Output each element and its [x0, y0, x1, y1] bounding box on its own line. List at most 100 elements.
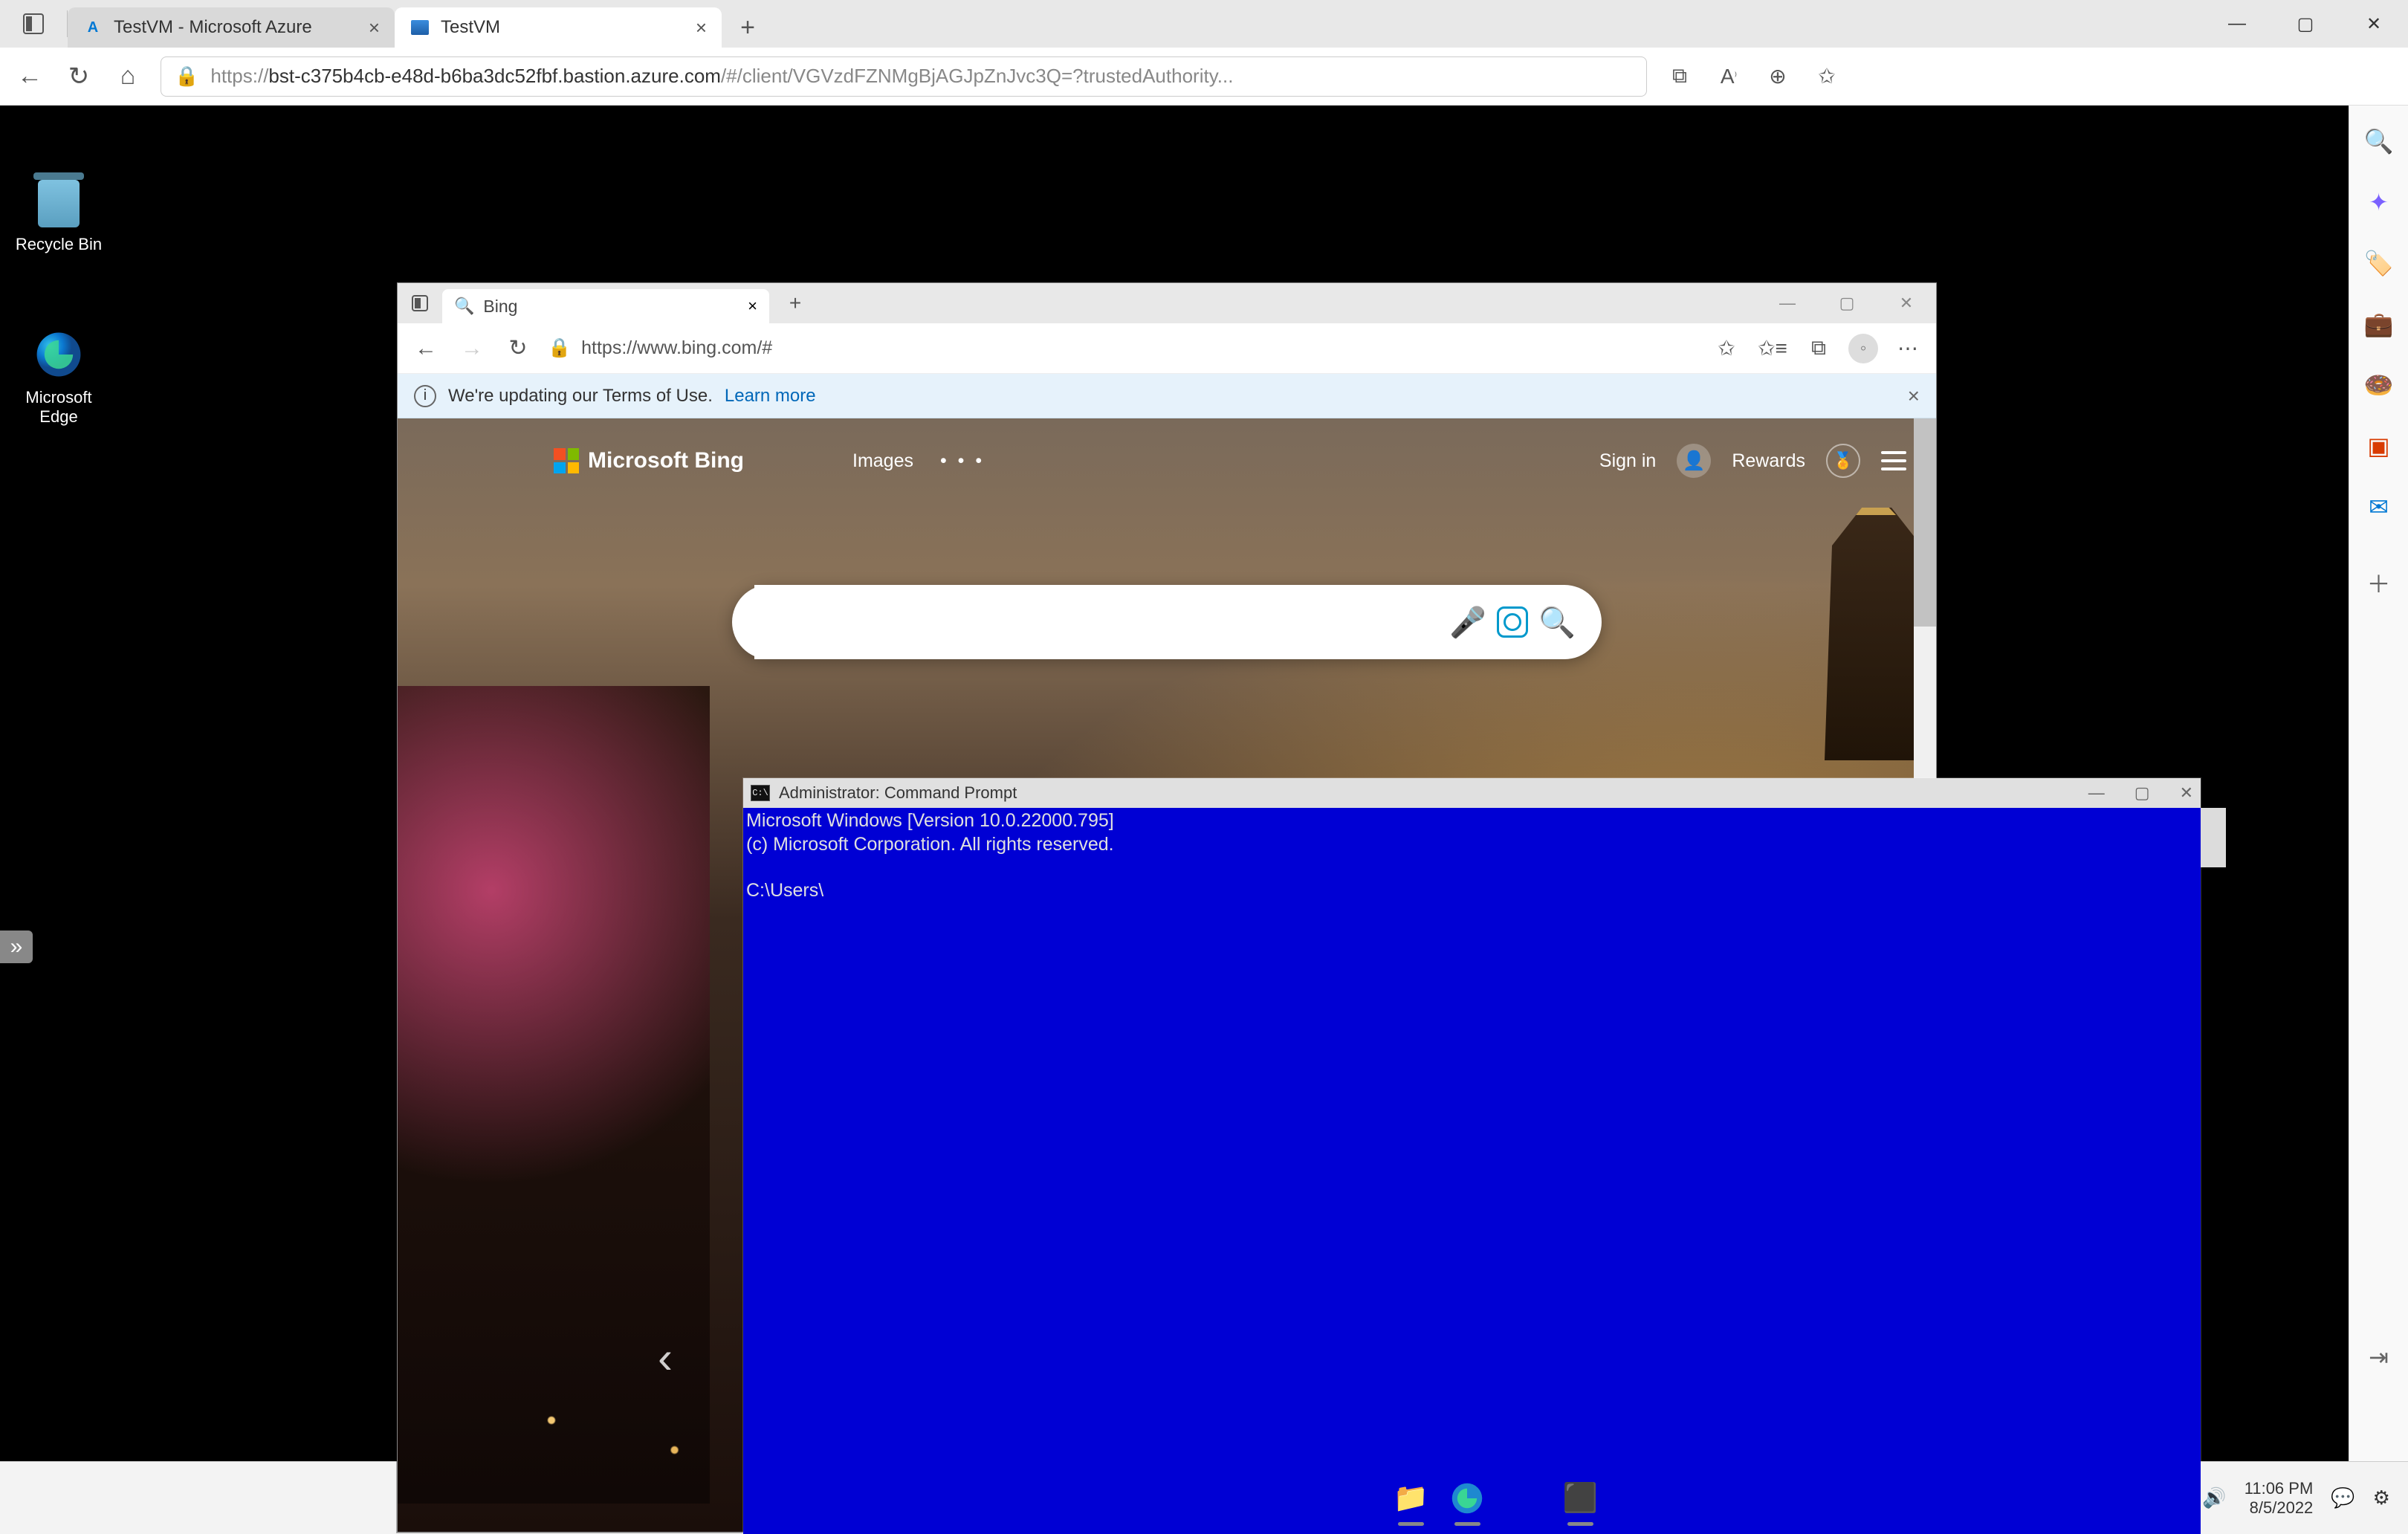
banner-learn-more-link[interactable]: Learn more	[725, 386, 816, 407]
scrollbar-thumb[interactable]	[1914, 418, 1936, 627]
cmd-close-button[interactable]: ✕	[2180, 783, 2193, 803]
maximize-button[interactable]: ▢	[2271, 0, 2340, 48]
address-bar[interactable]: 🔒 https://bst-c375b4cb-e48d-b6ba3dc52fbf…	[161, 56, 1647, 97]
recycle-bin-image-icon	[38, 180, 80, 227]
clock[interactable]: 11:06 PM 8/5/2022	[2244, 1479, 2314, 1518]
terms-banner: i We're updating our Terms of Use. Learn…	[398, 374, 1936, 418]
bing-search-box[interactable]: 🎤 🔍	[732, 585, 1602, 659]
close-window-button[interactable]: ✕	[2340, 0, 2408, 48]
cmd-body[interactable]: Microsoft Windows [Version 10.0.22000.79…	[743, 808, 2201, 1534]
tab-actions-icon	[23, 13, 44, 34]
sidebar-discover-icon[interactable]: ✦	[2364, 187, 2394, 217]
inner-tab-bing[interactable]: 🔍 Bing ×	[442, 289, 769, 323]
inner-new-tab-button[interactable]: +	[775, 283, 815, 323]
inner-collections-icon[interactable]: ⧉	[1802, 332, 1835, 365]
volume-icon[interactable]: 🔊	[2202, 1486, 2226, 1509]
inner-address-bar[interactable]: 🔒 https://www.bing.com/#	[548, 337, 1697, 359]
rewards-link[interactable]: Rewards	[1732, 450, 1805, 472]
sidebar-outlook-icon[interactable]: ✉	[2364, 492, 2394, 522]
cmd-scrollbar[interactable]	[2201, 808, 2226, 867]
carousel-prev-icon[interactable]: ‹	[658, 1332, 673, 1383]
inner-back-button[interactable]: ←	[410, 332, 442, 365]
rewards-badge-icon[interactable]: 🏅	[1826, 444, 1860, 478]
edge-sidebar: 🔍 ✦ 🏷️ 💼 🍩 ▣ ✉ ＋ ⇥	[2349, 106, 2408, 1461]
sidebar-office-icon[interactable]: ▣	[2364, 431, 2394, 461]
inner-minimize-button[interactable]: —	[1758, 283, 1817, 323]
outer-tab-testvm[interactable]: TestVM ×	[395, 7, 722, 48]
tab-title: TestVM - Microsoft Azure	[114, 17, 358, 38]
sidebar-collapse-icon[interactable]: ⇥	[2364, 1342, 2394, 1372]
banner-dismiss-button[interactable]: ×	[1908, 384, 1920, 408]
cmd-title-text: Administrator: Command Prompt	[779, 783, 1017, 803]
cmd-maximize-button[interactable]: ▢	[2134, 783, 2150, 803]
inner-favorites-list-icon[interactable]: ✩≡	[1756, 332, 1789, 365]
bing-favicon-icon: 🔍	[454, 297, 474, 316]
inner-favorite-icon[interactable]: ✩	[1710, 332, 1743, 365]
close-tab-icon[interactable]: ×	[369, 16, 380, 39]
sidebar-search-icon[interactable]: 🔍	[2364, 126, 2394, 156]
cmd-titlebar[interactable]: C:\ Administrator: Command Prompt — ▢ ✕	[743, 778, 2201, 808]
image-search-icon[interactable]	[1490, 600, 1535, 644]
hamburger-menu-button[interactable]	[1881, 451, 1906, 470]
bing-logo-text: Microsoft Bing	[588, 448, 744, 473]
edge-image-icon	[33, 329, 85, 381]
favorite-icon[interactable]: ✩	[1810, 60, 1843, 93]
inner-close-button[interactable]: ✕	[1877, 283, 1936, 323]
inner-profile-button[interactable]: ◦	[1848, 334, 1878, 363]
bing-header: Microsoft Bing Images • • • Sign in 👤 Re…	[398, 435, 1936, 487]
signin-avatar-icon[interactable]: 👤	[1677, 444, 1711, 478]
outer-titlebar: A TestVM - Microsoft Azure × TestVM × + …	[0, 0, 2408, 48]
edge-taskbar-icon[interactable]	[1446, 1477, 1489, 1520]
read-aloud-icon[interactable]: A⁾	[1712, 60, 1745, 93]
notifications-icon[interactable]: 💬	[2331, 1486, 2354, 1509]
sidebar-shopping-icon[interactable]: 🏷️	[2364, 248, 2394, 278]
recycle-bin-icon[interactable]: Recycle Bin	[10, 180, 107, 254]
nav-more-button[interactable]: • • •	[940, 450, 985, 472]
remote-desktop[interactable]: Recycle Bin Microsoft Edge » 🔍 Bing	[0, 106, 2349, 1461]
inner-forward-button: →	[456, 332, 488, 365]
back-button[interactable]: ←	[13, 60, 46, 93]
tab-actions-icon	[412, 295, 428, 311]
lock-icon: 🔒	[175, 65, 198, 88]
close-tab-icon[interactable]: ×	[748, 297, 757, 316]
zoom-icon[interactable]: ⊕	[1761, 60, 1794, 93]
banner-text: We're updating our Terms of Use.	[448, 386, 713, 407]
cmd-icon: C:\	[751, 785, 770, 801]
azure-favicon-icon: A	[82, 17, 103, 38]
minimize-button[interactable]: —	[2203, 0, 2271, 48]
inner-menu-button[interactable]: ⋯	[1891, 332, 1924, 365]
microsoft-logo-icon	[554, 448, 579, 473]
tab-title: TestVM	[441, 17, 685, 38]
refresh-button[interactable]: ↻	[62, 60, 95, 93]
voice-search-icon[interactable]: 🎤	[1446, 600, 1490, 644]
home-button[interactable]: ⌂	[111, 60, 144, 93]
close-tab-icon[interactable]: ×	[696, 16, 707, 39]
bastion-toolbar-handle[interactable]: »	[0, 931, 33, 963]
sidebar-add-icon[interactable]: ＋	[2364, 568, 2394, 598]
desktop-icon-label: Microsoft Edge	[10, 388, 107, 427]
inner-refresh-button[interactable]: ↻	[502, 332, 534, 365]
tab-actions-button[interactable]	[0, 13, 67, 34]
edge-desktop-icon[interactable]: Microsoft Edge	[10, 329, 107, 427]
clock-time: 11:06 PM	[2244, 1479, 2314, 1498]
settings-tray-icon[interactable]: ⚙	[2373, 1486, 2390, 1509]
file-explorer-icon[interactable]: 📁	[1389, 1477, 1432, 1520]
search-submit-icon[interactable]: 🔍	[1535, 600, 1579, 644]
inner-tab-actions-button[interactable]	[398, 295, 442, 311]
bing-logo[interactable]: Microsoft Bing	[554, 448, 744, 473]
inner-maximize-button[interactable]: ▢	[1817, 283, 1877, 323]
inner-titlebar: 🔍 Bing × + — ▢ ✕	[398, 283, 1936, 323]
sidebar-games-icon[interactable]: 🍩	[2364, 370, 2394, 400]
terminal-taskbar-icon[interactable]: ⬛	[1559, 1477, 1602, 1520]
outer-addressbar: ← ↻ ⌂ 🔒 https://bst-c375b4cb-e48d-b6ba3d…	[0, 48, 2408, 106]
new-tab-button[interactable]: +	[728, 7, 768, 48]
signin-link[interactable]: Sign in	[1599, 450, 1656, 472]
outer-tab-azure[interactable]: A TestVM - Microsoft Azure ×	[68, 7, 395, 48]
cmd-minimize-button[interactable]: —	[2088, 783, 2105, 803]
sidebar-wallet-icon[interactable]: 💼	[2364, 309, 2394, 339]
app-mode-icon[interactable]: ⧉	[1663, 60, 1696, 93]
nav-images-link[interactable]: Images	[852, 450, 913, 472]
command-prompt-window: C:\ Administrator: Command Prompt — ▢ ✕ …	[743, 778, 2201, 1534]
inner-tab-title: Bing	[483, 297, 739, 317]
bing-search-input[interactable]	[754, 585, 1446, 659]
